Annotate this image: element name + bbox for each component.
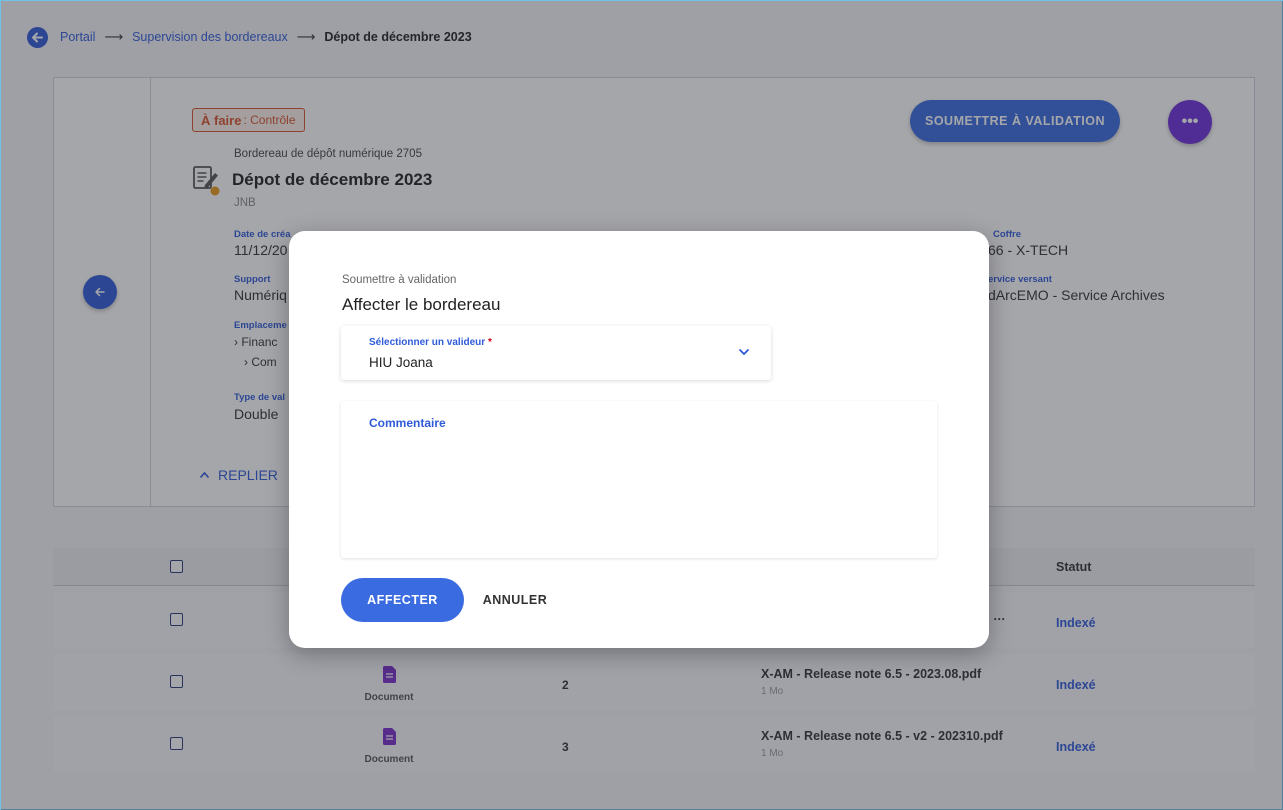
required-mark: * — [487, 337, 492, 348]
comment-label: Commentaire — [369, 416, 446, 430]
app-frame: Portail ⟶ Supervision des bordereaux ⟶ D… — [0, 0, 1283, 810]
comment-textarea[interactable]: Commentaire — [341, 401, 937, 558]
assign-dialog: Soumettre à validation Affecter le borde… — [289, 231, 989, 648]
affect-button[interactable]: AFFECTER — [341, 578, 464, 622]
validator-select-label-text: Sélectionner un valideur — [369, 337, 486, 348]
validator-select-label: Sélectionner un valideur * — [369, 337, 492, 348]
dialog-overline: Soumettre à validation — [342, 274, 457, 286]
validator-select-value: HIU Joana — [369, 355, 433, 370]
dialog-title: Affecter le bordereau — [342, 295, 501, 314]
cancel-button[interactable]: ANNULER — [475, 578, 555, 622]
chevron-down-icon[interactable] — [737, 345, 751, 359]
validator-select[interactable]: Sélectionner un valideur * HIU Joana — [341, 326, 771, 380]
